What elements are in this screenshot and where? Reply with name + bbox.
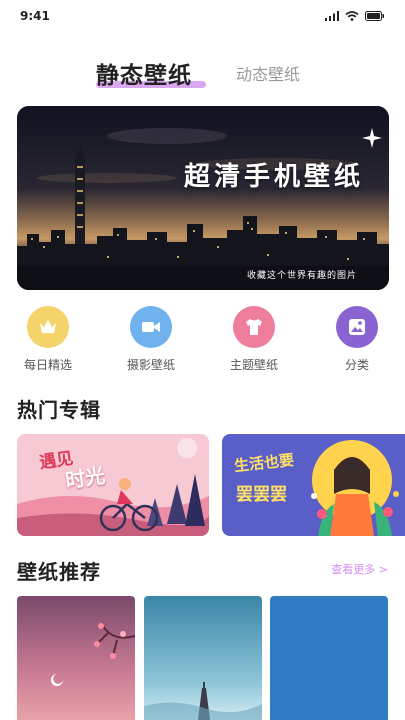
quick-label-photography: 摄影壁纸 [126, 358, 175, 372]
tab-static-wallpaper[interactable]: 静态壁纸 [96, 56, 192, 90]
album-card-encounter[interactable]: 遇见 时光 [17, 434, 209, 536]
see-more-link[interactable]: 查看更多 > [331, 561, 388, 577]
status-bar: 9:41 [0, 0, 405, 34]
battery-icon [365, 11, 384, 21]
crown-icon [27, 306, 69, 348]
tshirt-icon [233, 306, 275, 348]
status-icons [325, 11, 385, 21]
quick-label-category: 分类 [344, 358, 369, 372]
video-camera-icon [130, 306, 172, 348]
sparkle-icon [362, 128, 382, 148]
wallpaper-thumb[interactable] [17, 596, 135, 720]
signal-icon [325, 11, 339, 21]
album-title-line2: 时光 [63, 463, 107, 493]
quick-category[interactable]: 分类 [317, 306, 397, 373]
album-card-life[interactable]: 生活也要 罢罢罢 [222, 434, 405, 536]
section-title-recommend: 壁纸推荐 [17, 560, 101, 584]
wallpaper-thumb[interactable] [144, 596, 262, 720]
quick-label-theme: 主题壁纸 [229, 358, 278, 372]
hero-banner[interactable] [17, 106, 389, 290]
quick-theme[interactable]: 主题壁纸 [214, 306, 294, 373]
wallpaper-tabs: 静态壁纸 动态壁纸 [0, 52, 405, 92]
status-time: 9:41 [20, 9, 50, 23]
wallpaper-image [270, 596, 388, 720]
tab-live-wallpaper[interactable]: 动态壁纸 [236, 61, 300, 85]
quick-label-daily: 每日精选 [23, 358, 72, 372]
wallpaper-image [17, 596, 135, 720]
section-title-hot-albums: 热门专辑 [17, 398, 101, 422]
wifi-icon [345, 11, 359, 21]
wallpaper-image [144, 596, 262, 720]
banner-subtitle: 收藏这个世界有趣的图片 [247, 271, 358, 281]
wallpaper-thumb[interactable] [270, 596, 388, 720]
album-title-line2: 罢罢罢 [236, 485, 287, 505]
banner-title: 超清手机壁纸 [184, 162, 365, 192]
city-night-image [17, 106, 389, 290]
quick-daily-picks[interactable]: 每日精选 [8, 306, 88, 373]
quick-photography[interactable]: 摄影壁纸 [111, 306, 191, 373]
gallery-icon [336, 306, 378, 348]
